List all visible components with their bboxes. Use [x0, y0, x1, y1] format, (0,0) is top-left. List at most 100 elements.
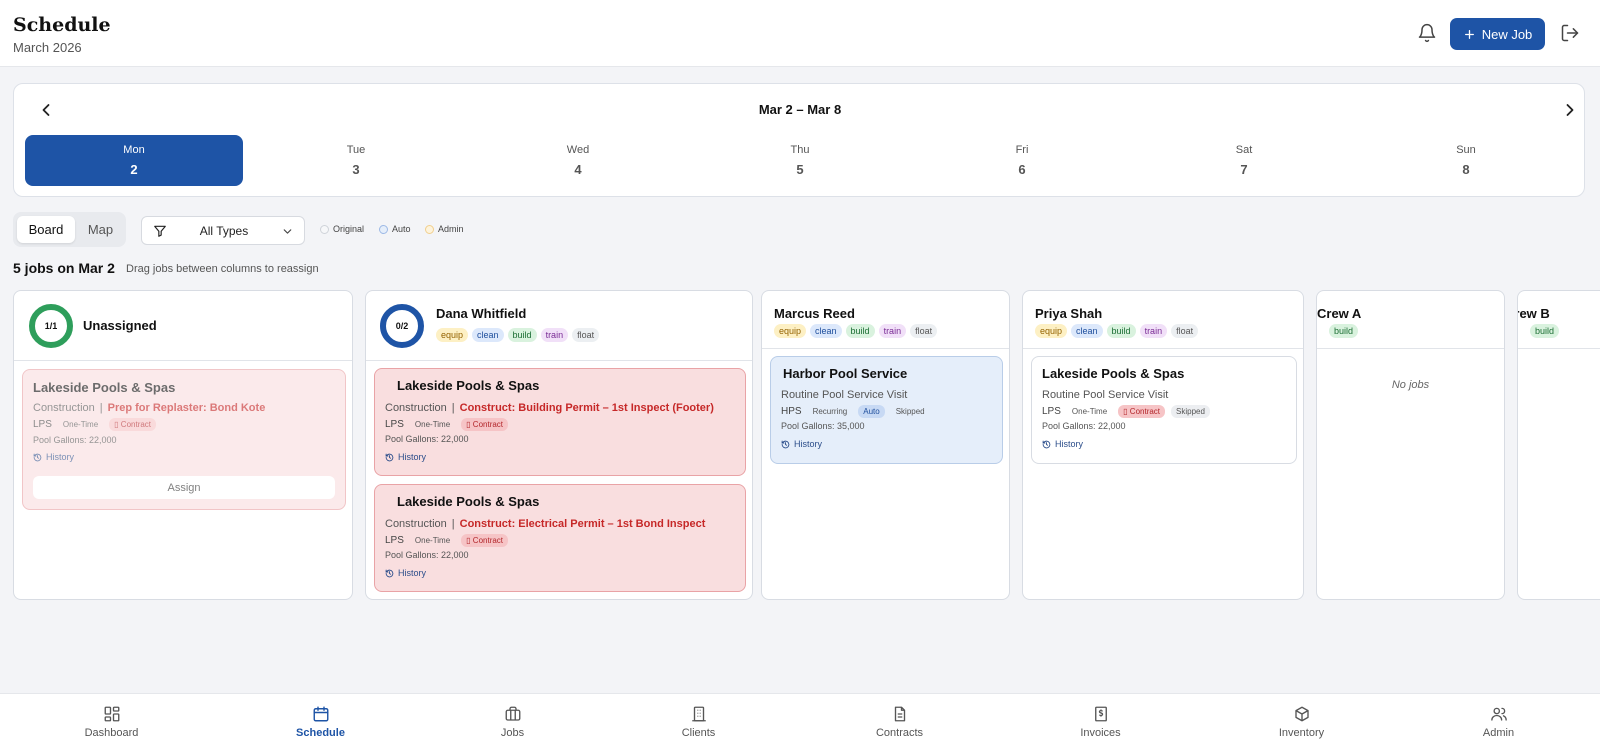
contract-label: Contract [472, 536, 504, 545]
legend-original: Original [320, 224, 364, 234]
history-icon [1042, 440, 1051, 448]
job-card[interactable]: Lakeside Pools & Spas Construction | Prep … [22, 369, 346, 510]
tag-build: build [507, 328, 537, 342]
nav-schedule[interactable]: Schedule [209, 694, 432, 749]
nav-inventory[interactable]: Inventory [1190, 694, 1413, 749]
column-priya-shah: Priya Shah equip clean build train float… [1022, 290, 1304, 600]
job-code: HPS [781, 406, 802, 417]
day-name: Sun [1456, 144, 1476, 156]
nav-contracts[interactable]: Contracts [788, 694, 1011, 749]
assign-button[interactable]: Assign [33, 476, 335, 499]
skill-tags: equip clean build train float [1035, 324, 1199, 338]
job-frequency: One-Time [414, 420, 451, 429]
skill-tags: equip clean build train float [774, 324, 938, 338]
job-frequency: One-Time [1071, 407, 1108, 416]
job-meta: LPS One-Time ▯ Contract [385, 534, 509, 547]
nav-label: Invoices [1080, 727, 1121, 739]
job-gallons: Pool Gallons: 22,000 [385, 434, 469, 444]
column-dana-whitfield: 0/2 Dana Whitfield equip clean build tra… [365, 290, 753, 600]
week-range-label: Mar 2 – Mar 8 [758, 102, 842, 117]
nav-admin[interactable]: Admin [1387, 694, 1600, 749]
document-icon [894, 706, 906, 722]
day-number: 3 [352, 162, 360, 177]
auto-badge: Auto [858, 405, 885, 418]
job-code: LPS [385, 535, 404, 546]
column-name: Crew A [1317, 306, 1362, 321]
job-card[interactable]: Lakeside Pools & Spas Construction | Const… [374, 368, 746, 476]
job-card[interactable]: Harbor Pool Service Routine Pool Service… [770, 356, 1003, 464]
contract-badge: ▯ Contract [461, 418, 509, 431]
tag-build: build [1329, 324, 1359, 338]
chevron-down-icon [283, 229, 292, 234]
legend-dot-admin [425, 224, 434, 234]
job-code: LPS [1042, 406, 1061, 417]
job-category: Construction [33, 402, 95, 414]
job-task: Prep for Replaster: Bond Kote [107, 402, 266, 414]
day-number: 8 [1462, 162, 1470, 177]
job-service: Routine Pool Service Visit [781, 389, 908, 401]
day-number: 2 [130, 162, 138, 177]
job-gallons: Pool Gallons: 22,000 [385, 550, 469, 560]
history-label: History [794, 439, 823, 449]
job-category-line: Construction | Prep for Replaster: Bond Ko… [33, 402, 266, 414]
history-icon [781, 440, 790, 448]
history-link[interactable]: History [385, 452, 426, 462]
users-icon [1491, 707, 1507, 721]
contract-label: Contract [1129, 407, 1161, 416]
day-number: 7 [1240, 162, 1248, 177]
type-filter-select[interactable]: All Types [141, 216, 305, 245]
legend-admin: Admin [425, 224, 464, 234]
bell-icon[interactable] [1417, 23, 1437, 43]
history-label: History [46, 452, 75, 462]
day-name: Mon [123, 144, 145, 156]
tag-equip: equip [436, 328, 469, 342]
contract-label: Contract [472, 420, 504, 429]
day-fri[interactable]: Fri 6 [913, 135, 1131, 186]
new-job-button[interactable]: New Job [1450, 18, 1545, 50]
column-header: Priya Shah equip clean build train float [1023, 291, 1303, 349]
job-client: Harbor Pool Service [783, 366, 908, 381]
history-label: History [398, 452, 427, 462]
logout-icon[interactable] [1560, 23, 1580, 43]
history-link[interactable]: History [781, 439, 822, 449]
job-card[interactable]: Lakeside Pools & Spas Routine Pool Servi… [1031, 356, 1297, 464]
column-name: Priya Shah [1035, 306, 1103, 321]
tag-train: train [878, 324, 907, 338]
nav-dashboard[interactable]: Dashboard [0, 694, 223, 749]
tag-float: float [910, 324, 938, 338]
column-marcus-reed: Marcus Reed equip clean build train floa… [761, 290, 1010, 600]
column-crew-b: Crew B build [1517, 290, 1600, 600]
job-service: Routine Pool Service Visit [1042, 389, 1169, 401]
day-wed[interactable]: Wed 4 [469, 135, 687, 186]
legend-label: Auto [392, 224, 411, 234]
capacity-ring: 0/2 [380, 304, 424, 348]
nav-clients[interactable]: Clients [587, 694, 810, 749]
view-toggle: Board Map [13, 212, 126, 247]
day-sat[interactable]: Sat 7 [1135, 135, 1353, 186]
history-link[interactable]: History [385, 568, 426, 578]
history-label: History [398, 568, 427, 578]
map-view-button[interactable]: Map [79, 216, 122, 243]
day-sun[interactable]: Sun 8 [1357, 135, 1575, 186]
day-tue[interactable]: Tue 3 [247, 135, 465, 186]
dashboard-icon [104, 706, 120, 722]
job-code: LPS [33, 419, 52, 430]
history-icon [385, 569, 394, 577]
day-mon[interactable]: Mon 2 [25, 135, 243, 186]
tag-clean: clean [810, 324, 842, 338]
history-link[interactable]: History [1042, 439, 1083, 449]
board-view-button[interactable]: Board [17, 216, 75, 243]
job-client: Lakeside Pools & Spas [1042, 366, 1185, 381]
nav-label: Schedule [296, 727, 345, 739]
history-link[interactable]: History [33, 452, 74, 462]
nav-invoices[interactable]: Invoices [989, 694, 1212, 749]
job-task: Construct: Building Permit – 1st Inspect… [459, 402, 714, 414]
column-name: Marcus Reed [774, 306, 855, 321]
plus-icon [1464, 29, 1474, 39]
tag-equip: equip [1035, 324, 1068, 338]
job-client: Lakeside Pools & Spas [397, 494, 540, 509]
job-card[interactable]: Lakeside Pools & Spas Construction | Const… [374, 484, 746, 592]
chevron-right-icon[interactable] [1560, 100, 1580, 120]
day-thu[interactable]: Thu 5 [691, 135, 909, 186]
column-header: 0/2 Dana Whitfield equip clean build tra… [366, 291, 752, 361]
